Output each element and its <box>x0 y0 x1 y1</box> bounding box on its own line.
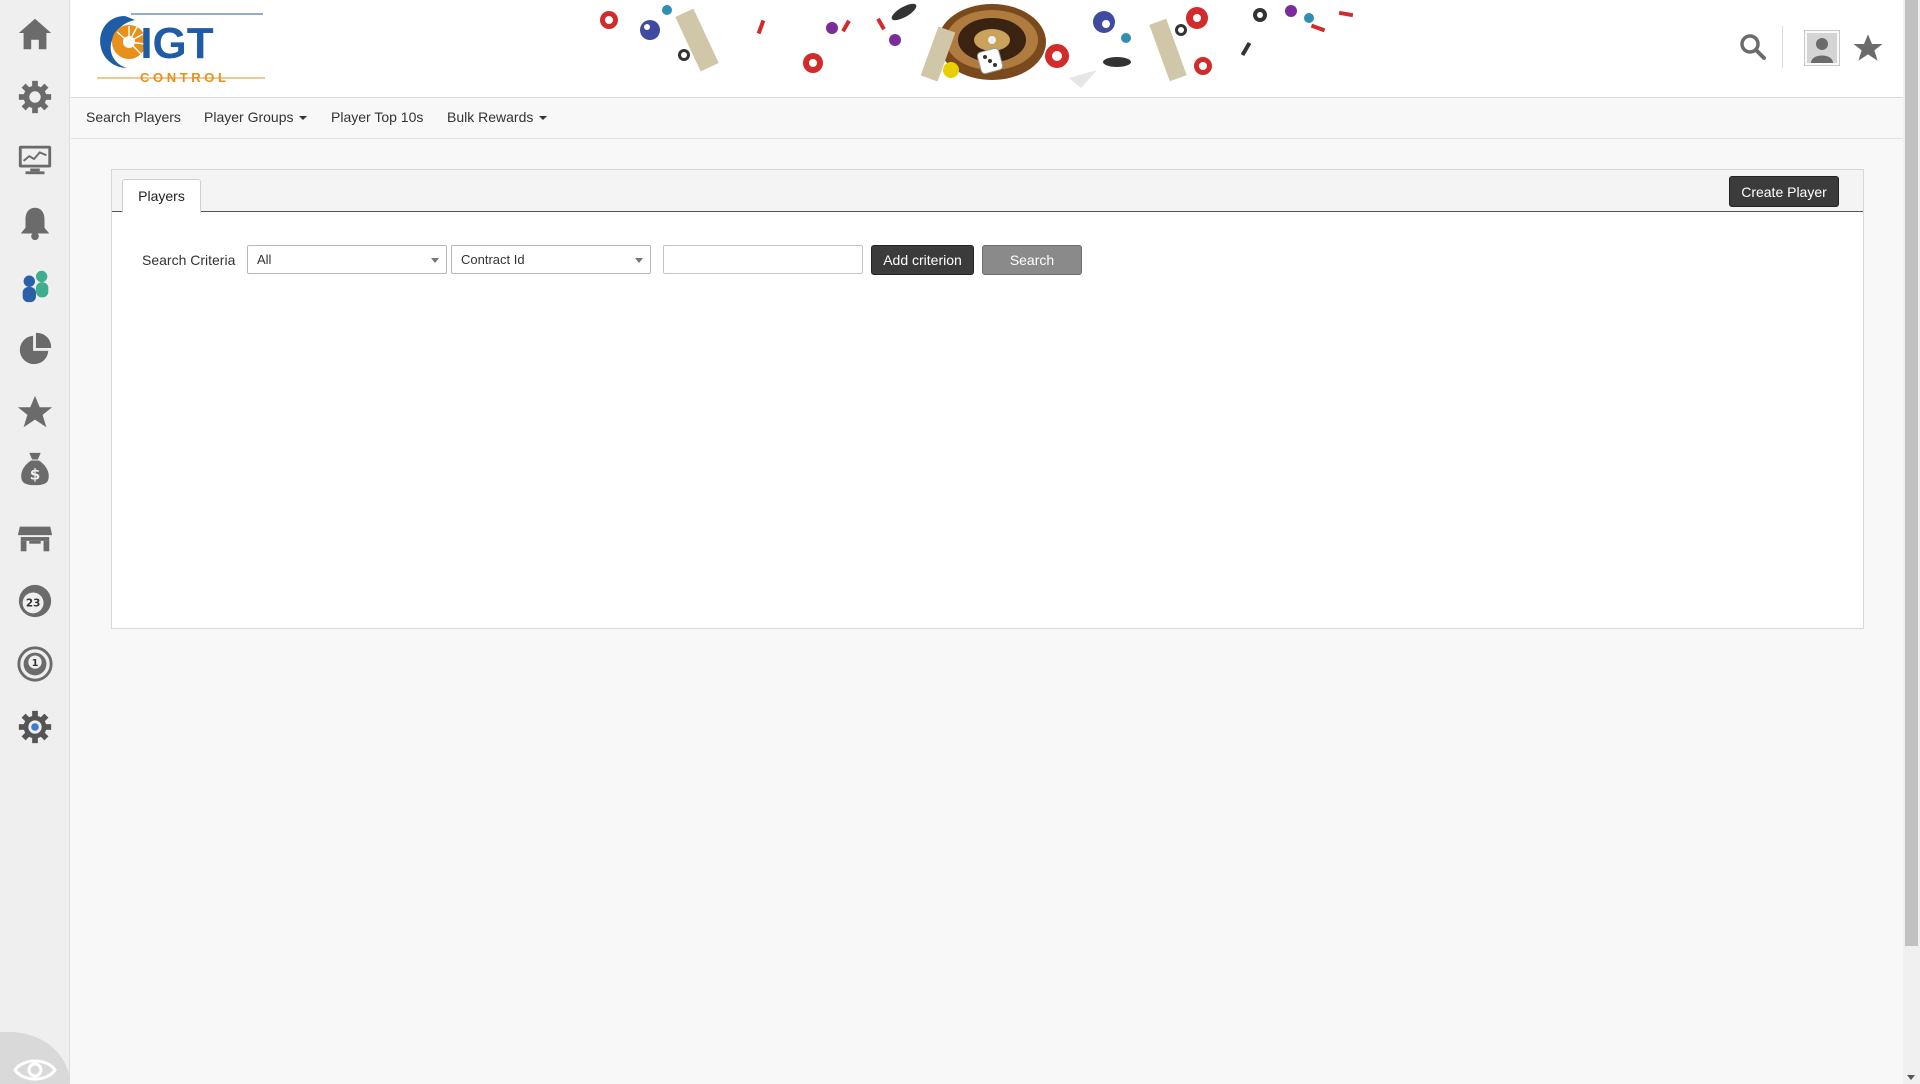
chevron-down-icon <box>431 258 439 263</box>
svg-text:1: 1 <box>32 658 39 669</box>
pie-chart-icon <box>19 332 52 365</box>
gear-icon <box>18 80 52 114</box>
sidebar: $ 23 1 <box>0 0 70 1084</box>
add-criterion-button[interactable]: Add criterion <box>871 245 974 275</box>
page-scrollbar[interactable] <box>1903 0 1920 1084</box>
tab-players[interactable]: Players <box>122 179 201 213</box>
sidebar-item-home[interactable] <box>9 8 61 60</box>
create-player-button[interactable]: Create Player <box>1729 176 1839 207</box>
header: IGT C O N T R O L <box>71 0 1903 98</box>
nav-player-top-10s[interactable]: Player Top 10s <box>331 99 423 139</box>
sidebar-item-money[interactable]: $ <box>9 443 61 495</box>
igt-control-logo[interactable]: IGT C O N T R O L <box>95 10 267 86</box>
search-button[interactable]: Search <box>982 245 1082 275</box>
settings-gear-icon <box>18 710 52 744</box>
top-nav: Search Players Player Groups Player Top … <box>71 99 1903 139</box>
sidebar-item-reports[interactable] <box>9 323 61 375</box>
nav-search-players-label: Search Players <box>86 109 181 125</box>
sidebar-item-store[interactable] <box>9 512 61 564</box>
players-icon <box>22 270 49 303</box>
bell-icon <box>20 207 50 241</box>
nav-player-top-10s-label: Player Top 10s <box>331 109 424 125</box>
sidebar-item-token[interactable]: 1 <box>9 638 61 690</box>
store-icon <box>17 526 53 552</box>
chevron-down-icon <box>539 116 548 121</box>
search-criteria-label: Search Criteria <box>142 252 236 268</box>
scope-select[interactable]: All <box>247 245 447 274</box>
scroll-down-icon[interactable] <box>1907 1075 1915 1080</box>
monitor-icon <box>18 145 52 175</box>
nav-bulk-rewards[interactable]: Bulk Rewards <box>447 99 548 139</box>
user-avatar-icon <box>1807 33 1837 63</box>
nav-search-players[interactable]: Search Players <box>86 99 181 139</box>
favorites-button[interactable] <box>1852 32 1884 64</box>
search-icon <box>1740 34 1766 60</box>
nav-player-groups-label: Player Groups <box>204 109 294 125</box>
sidebar-item-configuration[interactable] <box>9 701 61 753</box>
nav-player-groups[interactable]: Player Groups <box>204 99 308 139</box>
home-icon <box>18 18 52 50</box>
header-search-button[interactable] <box>1738 32 1768 62</box>
casino-banner-image <box>599 0 1487 90</box>
sidebar-item-alerts[interactable] <box>9 197 61 249</box>
eye-icon <box>13 1059 57 1081</box>
criterion-value-input[interactable] <box>663 245 863 274</box>
scrollbar-thumb[interactable] <box>1905 0 1918 946</box>
chevron-down-icon <box>635 258 643 263</box>
panel-header: Players Create Player <box>112 170 1863 213</box>
sidebar-item-monitor[interactable] <box>9 133 61 185</box>
user-avatar-button[interactable] <box>1804 30 1840 66</box>
scope-select-value: All <box>257 252 272 267</box>
star-icon <box>1853 34 1883 61</box>
svg-text:23: 23 <box>26 598 41 610</box>
svg-text:C O N T R O L: C O N T R O L <box>140 70 226 85</box>
sidebar-item-settings[interactable] <box>9 71 61 123</box>
header-divider <box>1782 26 1783 68</box>
field-select-value: Contract Id <box>461 252 525 267</box>
chevron-down-icon <box>299 116 308 121</box>
nav-bulk-rewards-label: Bulk Rewards <box>447 109 534 125</box>
sidebar-item-favorites[interactable] <box>9 386 61 438</box>
star-icon <box>17 395 53 428</box>
money-bag-icon: $ <box>21 452 49 486</box>
svg-text:$: $ <box>30 465 41 483</box>
field-select[interactable]: Contract Id <box>451 245 651 274</box>
sidebar-item-view[interactable] <box>0 1032 70 1084</box>
token-icon: 1 <box>17 646 53 682</box>
sidebar-item-players[interactable] <box>9 260 61 312</box>
players-panel: Players Create Player Search Criteria Al… <box>111 169 1864 629</box>
svg-text:IGT: IGT <box>140 19 213 68</box>
sidebar-item-bingo[interactable]: 23 <box>9 575 61 627</box>
bingo-ball-icon: 23 <box>18 584 52 618</box>
